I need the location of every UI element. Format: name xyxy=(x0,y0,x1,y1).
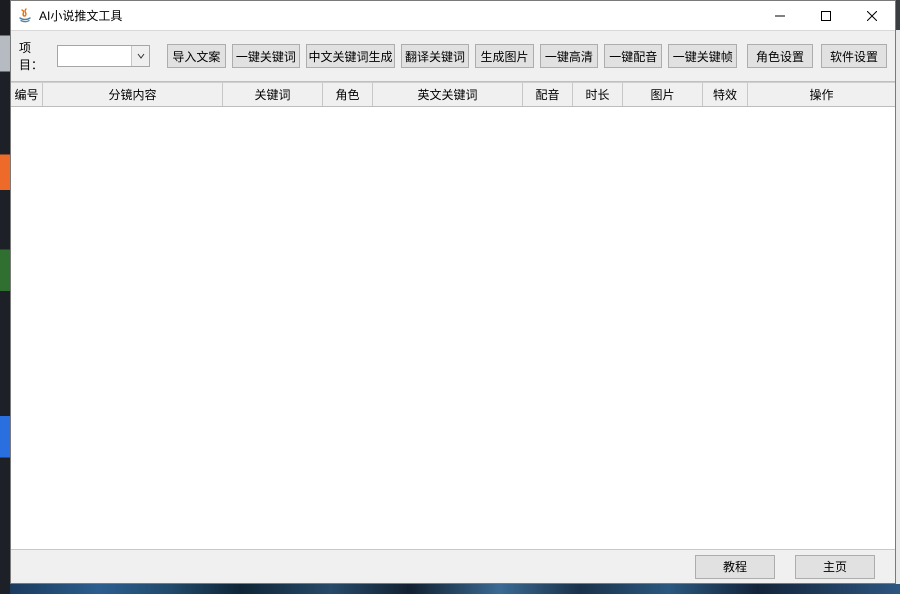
project-combobox[interactable] xyxy=(57,45,150,67)
table-header: 编号 分镜内容 关键词 角色 英文关键词 配音 时长 图片 特效 操作 xyxy=(11,83,895,107)
col-image[interactable]: 图片 xyxy=(623,83,703,106)
one-key-keywords-button[interactable]: 一键关键词 xyxy=(232,44,301,68)
window-controls xyxy=(757,1,895,30)
col-effects[interactable]: 特效 xyxy=(703,83,748,106)
desktop-right-strip xyxy=(896,30,900,584)
desktop-left-strip xyxy=(0,0,10,594)
one-key-voice-button[interactable]: 一键配音 xyxy=(604,44,662,68)
software-settings-button[interactable]: 软件设置 xyxy=(821,44,887,68)
one-key-keyframe-button[interactable]: 一键关键帧 xyxy=(668,44,737,68)
data-table: 编号 分镜内容 关键词 角色 英文关键词 配音 时长 图片 特效 操作 xyxy=(11,82,895,549)
col-duration[interactable]: 时长 xyxy=(573,83,623,106)
col-voice[interactable]: 配音 xyxy=(523,83,573,106)
chevron-down-icon xyxy=(131,46,149,66)
taskbar-strip xyxy=(10,584,900,594)
app-title: AI小说推文工具 xyxy=(39,7,122,24)
col-keywords[interactable]: 关键词 xyxy=(223,83,323,106)
close-button[interactable] xyxy=(849,1,895,31)
one-key-hd-button[interactable]: 一键高清 xyxy=(540,44,598,68)
footer: 教程 主页 xyxy=(11,549,895,583)
toolbar-right-group: 角色设置 软件设置 xyxy=(747,44,887,68)
titlebar: AI小说推文工具 xyxy=(11,1,895,31)
tutorial-button[interactable]: 教程 xyxy=(695,555,775,579)
java-app-icon xyxy=(17,8,33,24)
app-window: AI小说推文工具 项目： 导入文案 xyxy=(10,0,896,584)
col-actions[interactable]: 操作 xyxy=(748,83,895,106)
import-text-button[interactable]: 导入文案 xyxy=(167,44,225,68)
minimize-button[interactable] xyxy=(757,1,803,31)
home-button[interactable]: 主页 xyxy=(795,555,875,579)
gen-image-button[interactable]: 生成图片 xyxy=(475,44,533,68)
col-storyboard[interactable]: 分镜内容 xyxy=(43,83,223,106)
col-index[interactable]: 编号 xyxy=(11,83,43,106)
table-body-empty xyxy=(11,107,895,549)
maximize-button[interactable] xyxy=(803,1,849,31)
translate-keywords-button[interactable]: 翻译关键词 xyxy=(401,44,470,68)
toolbar: 项目： 导入文案 一键关键词 中文关键词生成 翻译关键词 生成图片 一键高清 一… xyxy=(11,31,895,82)
role-settings-button[interactable]: 角色设置 xyxy=(747,44,813,68)
project-label: 项目： xyxy=(19,39,49,73)
col-en-keywords[interactable]: 英文关键词 xyxy=(373,83,523,106)
titlebar-left: AI小说推文工具 xyxy=(11,7,122,24)
cn-keyword-gen-button[interactable]: 中文关键词生成 xyxy=(306,44,395,68)
col-role[interactable]: 角色 xyxy=(323,83,373,106)
